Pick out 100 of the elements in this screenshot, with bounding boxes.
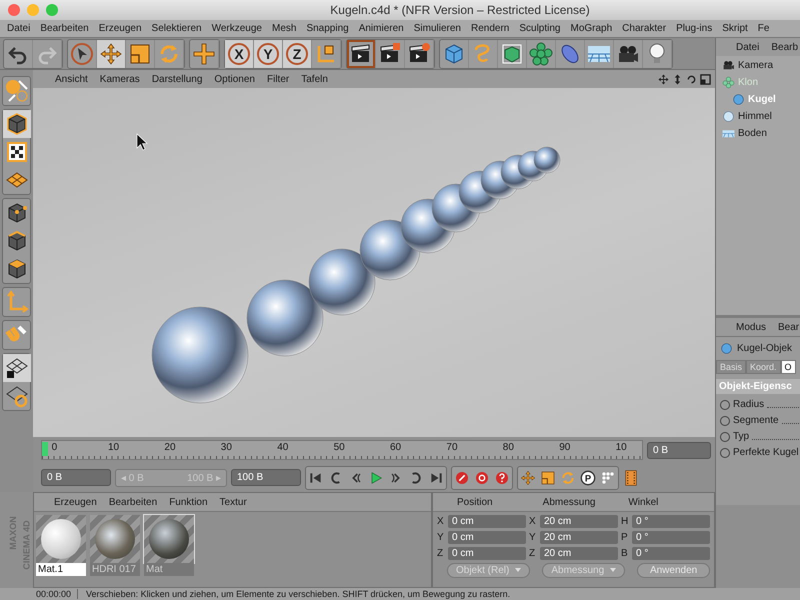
keyframe-circle[interactable] bbox=[720, 432, 730, 442]
size-field[interactable]: 20 cm bbox=[540, 531, 618, 544]
angle-field[interactable]: 0 ° bbox=[632, 531, 710, 544]
column-header: Position bbox=[457, 496, 494, 508]
panel-menu-item[interactable]: Datei bbox=[730, 42, 766, 52]
menu-item[interactable]: Charakter bbox=[617, 23, 672, 34]
menu-item[interactable]: Animieren bbox=[354, 23, 409, 34]
viewport-menu-item[interactable]: Kameras bbox=[94, 74, 146, 84]
axis-toggle-button[interactable]: Y bbox=[254, 40, 283, 68]
frame-number: 40 bbox=[277, 442, 288, 453]
menu-item[interactable]: MoGraph bbox=[565, 23, 618, 34]
rotate-icon[interactable] bbox=[686, 74, 697, 84]
menu-item[interactable]: Mesh bbox=[266, 23, 302, 34]
frame-number: 20 bbox=[164, 442, 176, 453]
caret-icon bbox=[610, 568, 616, 572]
menu-item[interactable]: Erzeugen bbox=[94, 23, 147, 34]
keyframe-circle[interactable] bbox=[720, 400, 730, 410]
cross-arrows-icon[interactable] bbox=[658, 74, 669, 84]
cube-icon bbox=[5, 112, 29, 136]
viewport-menu-item[interactable]: Optionen bbox=[208, 74, 261, 84]
object-title: Kugel-Objek bbox=[737, 343, 792, 354]
size-field[interactable]: 20 cm bbox=[540, 515, 618, 528]
object-name[interactable]: Boden bbox=[738, 128, 767, 139]
frame-number: 80 bbox=[502, 442, 514, 453]
panel-menu-item[interactable]: Bear bbox=[772, 322, 800, 332]
column-header: Winkel bbox=[628, 496, 660, 508]
frame-field[interactable]: 0 B bbox=[647, 442, 711, 458]
window-icon[interactable] bbox=[700, 74, 711, 84]
dot-grid-icon bbox=[600, 470, 616, 486]
start-frame-field[interactable]: 0 B bbox=[41, 469, 111, 486]
axis-label: X bbox=[437, 516, 445, 527]
position-field[interactable]: 0 cm bbox=[448, 531, 526, 544]
column-header: Abmessung bbox=[542, 496, 596, 508]
end-frame-field[interactable]: 100 B bbox=[231, 469, 301, 486]
toolbar-button[interactable] bbox=[97, 40, 126, 68]
question-icon bbox=[494, 470, 510, 486]
angle-field[interactable]: 0 ° bbox=[632, 547, 710, 560]
axis-label: P bbox=[621, 532, 629, 543]
material-preview bbox=[90, 515, 140, 563]
menu-item[interactable]: Selektieren bbox=[146, 23, 207, 34]
cube-frame-icon bbox=[500, 42, 524, 66]
menu-item[interactable]: Fe bbox=[752, 23, 774, 34]
menu-item[interactable]: Plug-ins bbox=[671, 23, 718, 34]
timeline-ruler[interactable]: 0 10 20 30 40 50 60 70 80 90 10 bbox=[41, 440, 643, 460]
menu-item[interactable]: Snapping bbox=[301, 23, 354, 34]
panel-menu-item[interactable]: Bearb bbox=[765, 42, 800, 52]
menu-item[interactable]: Skript bbox=[717, 23, 753, 34]
axis-toggle-button[interactable]: X bbox=[225, 40, 254, 68]
menu-item[interactable]: Sculpting bbox=[514, 23, 566, 34]
position-field[interactable]: 0 cm bbox=[448, 547, 526, 560]
menu-item[interactable]: Simulieren bbox=[408, 23, 466, 34]
size-field[interactable]: 20 cm bbox=[540, 547, 618, 560]
toolbar-button[interactable] bbox=[347, 40, 376, 68]
panel-menu-item[interactable]: Modus bbox=[730, 322, 772, 332]
key-auto-icon bbox=[474, 470, 490, 486]
keyframe-circle[interactable] bbox=[720, 448, 730, 458]
axis-label: Y bbox=[437, 532, 445, 543]
menu-item[interactable]: Bearbeiten bbox=[35, 23, 94, 34]
axis-label: Y bbox=[529, 532, 537, 543]
camera-icon bbox=[722, 59, 735, 72]
material-menu-item[interactable]: Textur bbox=[214, 496, 253, 508]
cursor-icon bbox=[70, 42, 94, 66]
frame-number: 70 bbox=[446, 442, 458, 453]
menu-item[interactable]: Datei bbox=[2, 23, 36, 34]
section-header: Objekt-Eigensc bbox=[716, 379, 800, 394]
film-strip-icon[interactable] bbox=[623, 468, 639, 486]
viewport-menu-item[interactable]: Darstellung bbox=[146, 74, 208, 84]
viewport-menu-item[interactable]: Ansicht bbox=[49, 74, 94, 84]
parameter-label: Segmente bbox=[733, 415, 779, 426]
tool-button[interactable] bbox=[3, 354, 31, 382]
viewport-menu-item[interactable]: Filter bbox=[261, 74, 296, 84]
cross-arrows-icon bbox=[99, 42, 123, 66]
vertical-arrows-icon[interactable] bbox=[672, 74, 683, 84]
sphere-arrows-icon bbox=[5, 79, 29, 103]
parameter-label: Typ bbox=[733, 431, 750, 442]
keyframe-circle[interactable] bbox=[720, 416, 730, 426]
menu-item[interactable]: Werkzeuge bbox=[206, 23, 267, 34]
circular-arrows-icon bbox=[560, 470, 576, 486]
axis-label: H bbox=[621, 516, 629, 527]
angle-field[interactable]: 0 ° bbox=[632, 515, 710, 528]
flower-icon bbox=[529, 42, 553, 66]
axis-toggle-button[interactable]: Z bbox=[283, 40, 312, 68]
menu-item[interactable]: Rendern bbox=[466, 23, 514, 34]
material-menu-item[interactable]: Erzeugen bbox=[48, 496, 103, 508]
position-field[interactable]: 0 cm bbox=[448, 515, 526, 528]
sphere-icon bbox=[732, 93, 745, 106]
object-name[interactable]: Kamera bbox=[738, 60, 774, 71]
axis-label: X bbox=[529, 516, 537, 527]
object-name[interactable]: Himmel bbox=[738, 111, 772, 122]
axis-label: B bbox=[621, 548, 629, 559]
material-tile[interactable]: Mat.1 bbox=[36, 515, 86, 576]
material-menu-item[interactable]: Bearbeiten bbox=[102, 496, 164, 508]
axis-label: Z bbox=[437, 548, 444, 559]
time-display: 00:00:00 bbox=[0, 589, 78, 599]
scale-square-icon bbox=[128, 42, 152, 66]
frame-number: 60 bbox=[390, 442, 402, 453]
tool-button[interactable] bbox=[3, 110, 31, 138]
material-menu-item[interactable]: Funktion bbox=[163, 496, 214, 508]
viewport-menu-item[interactable]: Tafeln bbox=[295, 74, 334, 84]
tab[interactable]: O bbox=[780, 360, 796, 374]
